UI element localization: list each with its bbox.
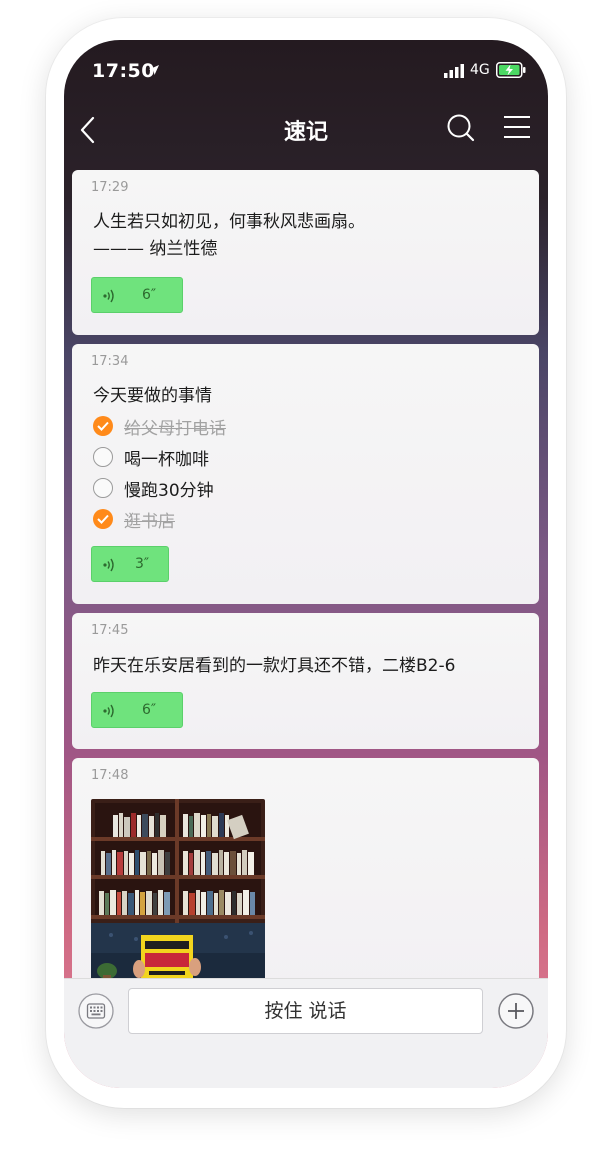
voice-duration: 6″ (142, 702, 157, 718)
note-card[interactable]: 17:48 (72, 758, 539, 998)
bookshelf-photo[interactable] (91, 799, 265, 989)
todo-text: 给父母打电话 (124, 419, 226, 439)
note-time: 17:34 (91, 354, 129, 369)
note-time: 17:48 (91, 768, 129, 783)
signal-bars-icon (444, 64, 464, 78)
todo-text: 喝一杯咖啡 (124, 450, 209, 470)
checked-circle-icon[interactable] (93, 509, 113, 529)
battery-charging-icon (496, 62, 526, 78)
todo-heading: 今天要做的事情 (93, 386, 212, 406)
voice-duration: 3″ (135, 556, 150, 572)
voice-message-button[interactable]: 3″ (91, 546, 169, 582)
voice-message-button[interactable]: 6″ (91, 277, 183, 313)
voice-wave-icon (103, 704, 114, 718)
note-card[interactable]: 17:45 昨天在乐安居看到的一款灯具还不错，二楼B2-6 6″ (72, 613, 539, 749)
input-bar: 按住 说话 (64, 978, 548, 1088)
unchecked-circle-icon[interactable] (93, 478, 113, 498)
note-time: 17:29 (91, 180, 129, 195)
voice-wave-icon (103, 558, 114, 572)
location-arrow-icon (149, 65, 159, 75)
note-text-line: 人生若只如初见，何事秋风悲画扇。 (93, 212, 365, 232)
note-text-line: ——— 纳兰性德 (93, 239, 218, 259)
status-bar: 17:50 4G (64, 40, 548, 104)
plus-icon[interactable] (498, 993, 534, 1029)
network-label: 4G (470, 62, 490, 78)
note-card[interactable]: 17:34 今天要做的事情 给父母打电话 喝一杯咖啡 慢跑30分钟 逛书店 3″ (72, 344, 539, 604)
todo-text: 慢跑30分钟 (124, 481, 214, 501)
note-card[interactable]: 17:29 人生若只如初见，何事秋风悲画扇。 ——— 纳兰性德 6″ (72, 170, 539, 335)
note-time: 17:45 (91, 623, 129, 638)
voice-wave-icon (103, 289, 114, 303)
checked-circle-icon[interactable] (93, 416, 113, 436)
note-text-line: 昨天在乐安居看到的一款灯具还不错，二楼B2-6 (93, 656, 456, 676)
todo-text: 逛书店 (124, 512, 175, 532)
nav-bar: 速记 (64, 104, 548, 168)
unchecked-circle-icon[interactable] (93, 447, 113, 467)
keyboard-icon[interactable] (78, 993, 114, 1029)
menu-icon[interactable] (504, 114, 530, 140)
status-time: 17:50 (92, 60, 155, 82)
voice-duration: 6″ (142, 287, 157, 303)
search-icon[interactable] (446, 112, 476, 144)
hold-to-talk-button[interactable]: 按住 说话 (128, 988, 483, 1034)
voice-message-button[interactable]: 6″ (91, 692, 183, 728)
app-screen: 17:50 4G 速记 17:29 人生若只如初见，何事秋风悲画扇。 ——— 纳… (64, 40, 548, 1088)
